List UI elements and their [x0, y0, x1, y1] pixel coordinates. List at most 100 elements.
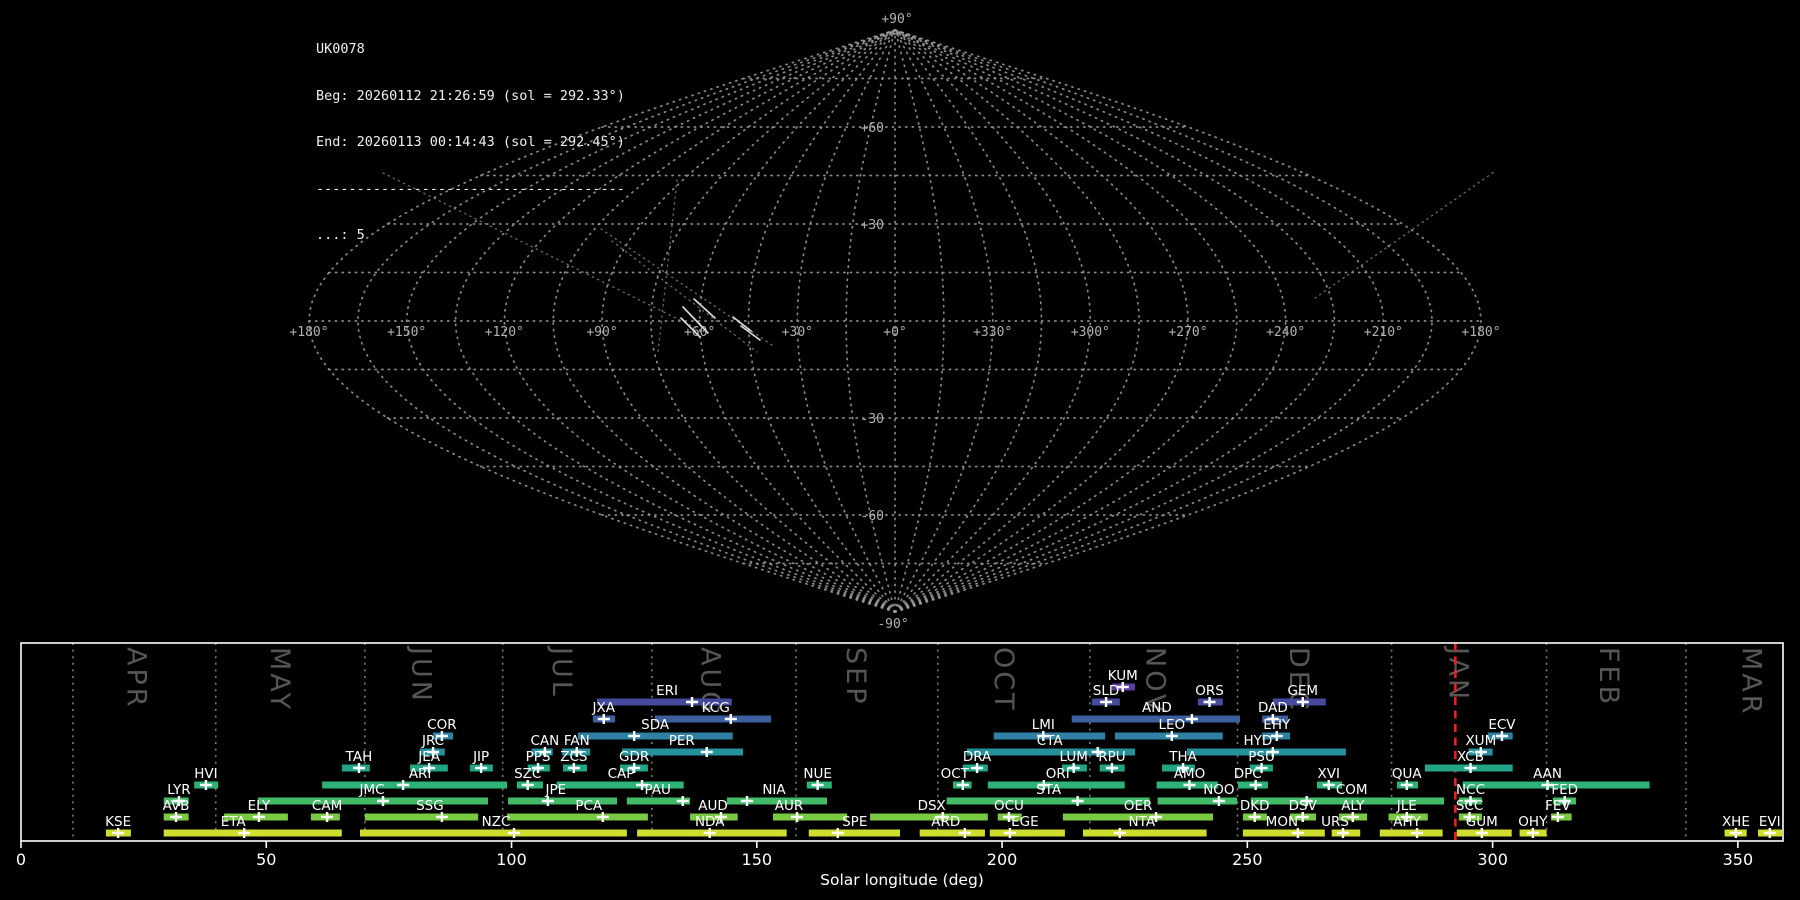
shower-label-LUM: LUM [1059, 749, 1087, 765]
x-tick-label: 100 [496, 850, 527, 869]
shower-label-FEV: FEV [1545, 798, 1571, 814]
shower-label-NIA: NIA [762, 782, 786, 798]
shower-label-COR: COR [427, 717, 456, 733]
shower-label-AHY: AHY [1393, 814, 1421, 830]
x-tick-label: 200 [987, 850, 1018, 869]
meteor-trail [693, 298, 716, 319]
lon-label: +90° [586, 325, 617, 340]
shower-bar-NOO [1157, 797, 1238, 805]
radiant-ray [382, 172, 701, 331]
shower-label-NOO: NOO [1203, 782, 1234, 798]
x-axis-title: Solar longitude (deg) [820, 871, 984, 889]
shower-label-ORI: ORI [1046, 766, 1070, 782]
meteor-trail [740, 325, 761, 341]
shower-label-FAN: FAN [564, 733, 590, 749]
grid-meridian [308, 29, 896, 613]
activity-timeline: APR MAY JUN JUL AUG SEP OCT NOV DEC JAN FEB MARKUME… [16, 642, 1784, 889]
shower-label-CAN: CAN [531, 733, 560, 749]
shower-label-GUM: GUM [1466, 814, 1498, 830]
shower-label-ORS: ORS [1195, 683, 1224, 699]
shower-bar-NTA [1083, 829, 1207, 837]
shower-label-AMO: AMO [1174, 766, 1206, 782]
shower-bar-PCA [507, 813, 648, 821]
shower-label-DRA: DRA [963, 749, 992, 765]
shower-label-NTA: NTA [1129, 814, 1156, 830]
shower-label-GDR: GDR [619, 749, 649, 765]
shower-label-AVB: AVB [163, 798, 190, 814]
shower-label-RPU: RPU [1098, 749, 1125, 765]
lon-label: +180° [289, 325, 328, 340]
shower-label-CAP: CAP [608, 766, 635, 782]
shower-bar-EGE [989, 829, 1065, 837]
shower-label-EHY: EHY [1263, 717, 1291, 733]
shower-label-LYR: LYR [167, 782, 190, 798]
shower-label-JLE: JLE [1396, 798, 1417, 814]
month-label: JUN [406, 645, 437, 704]
shower-label-JPE: JPE [545, 782, 567, 798]
shower-label-DPC: DPC [1234, 766, 1262, 782]
shower-label-ECV: ECV [1488, 717, 1516, 733]
lon-label: +210° [1364, 325, 1403, 340]
shower-label-TAH: TAH [345, 749, 373, 765]
lon-label: +270° [1168, 325, 1207, 340]
shower-label-EVI: EVI [1759, 814, 1781, 830]
lat-label: -30 [861, 412, 884, 427]
lon-label: +240° [1266, 325, 1305, 340]
shower-label-PPS: PPS [526, 749, 551, 765]
shower-label-JXA: JXA [592, 700, 616, 716]
sky-map: +180° +150° +120° +90° +60° +30° +0° +330° +300°… [289, 12, 1500, 632]
shower-label-EGE: EGE [1011, 814, 1039, 830]
shower-bar-ETA [163, 829, 342, 837]
shower-bar-AND [1071, 715, 1240, 723]
shower-bar-JMC [257, 797, 488, 805]
lon-label: +180° [1461, 325, 1500, 340]
lon-label: +30° [782, 325, 813, 340]
shower-label-NDA: NDA [695, 814, 725, 830]
shower-label-DKD: DKD [1240, 798, 1270, 814]
lon-label: +120° [485, 325, 524, 340]
shower-bar-NZC [360, 829, 627, 837]
shower-bar-SPE [808, 829, 900, 837]
month-label: JAN [1443, 645, 1474, 702]
shower-label-ZCS: ZCS [560, 749, 587, 765]
shower-label-PCA: PCA [575, 798, 603, 814]
month-label: SEP [840, 647, 871, 706]
shower-label-JEA: JEA [417, 749, 441, 765]
shower-label-DAD: DAD [1258, 700, 1288, 716]
radiant-plot-window: UK0078 Beg: 20260112 21:26:59 (sol = 292… [0, 0, 1800, 900]
lon-label: +330° [973, 325, 1012, 340]
shower-label-DSX: DSX [918, 798, 946, 814]
shower-label-FED: FED [1551, 782, 1578, 798]
lat-label: -90° [877, 617, 908, 632]
lon-label: +300° [1071, 325, 1110, 340]
lat-label: +60 [861, 121, 884, 136]
shower-label-SCC: SCC [1456, 798, 1483, 814]
shower-label-GEM: GEM [1287, 683, 1318, 699]
shower-label-NUE: NUE [803, 766, 832, 782]
shower-label-AUD: AUD [698, 798, 728, 814]
shower-bar-SSG [364, 813, 479, 821]
lat-label: +90° [881, 12, 912, 27]
shower-label-STA: STA [1036, 782, 1062, 798]
shower-label-COM: COM [1336, 782, 1368, 798]
shower-label-MON: MON [1266, 814, 1298, 830]
shower-label-URS: URS [1321, 814, 1349, 830]
shower-bar-SDA [577, 732, 733, 740]
shower-label-XHE: XHE [1722, 814, 1750, 830]
shower-label-JRC: JRC [421, 733, 444, 749]
shower-label-NZC: NZC [482, 814, 511, 830]
x-tick-label: 0 [16, 850, 26, 869]
shower-label-KSE: KSE [105, 814, 131, 830]
plot-canvas: +180° +150° +120° +90° +60° +30° +0° +330° +300°… [16, 12, 1784, 889]
lat-label: -60 [861, 509, 884, 524]
shower-bar-ARI [322, 781, 508, 789]
shower-label-ELY: ELY [248, 798, 271, 814]
shower-label-PER: PER [669, 733, 695, 749]
shower-label-ERI: ERI [656, 683, 678, 699]
shower-label-JMC: JMC [358, 782, 384, 798]
shower-label-SDA: SDA [641, 717, 670, 733]
lon-label: +150° [387, 325, 426, 340]
shower-bar-MON [1242, 829, 1325, 837]
shower-label-DSV: DSV [1289, 798, 1318, 814]
shower-bar-AUR [773, 813, 848, 821]
